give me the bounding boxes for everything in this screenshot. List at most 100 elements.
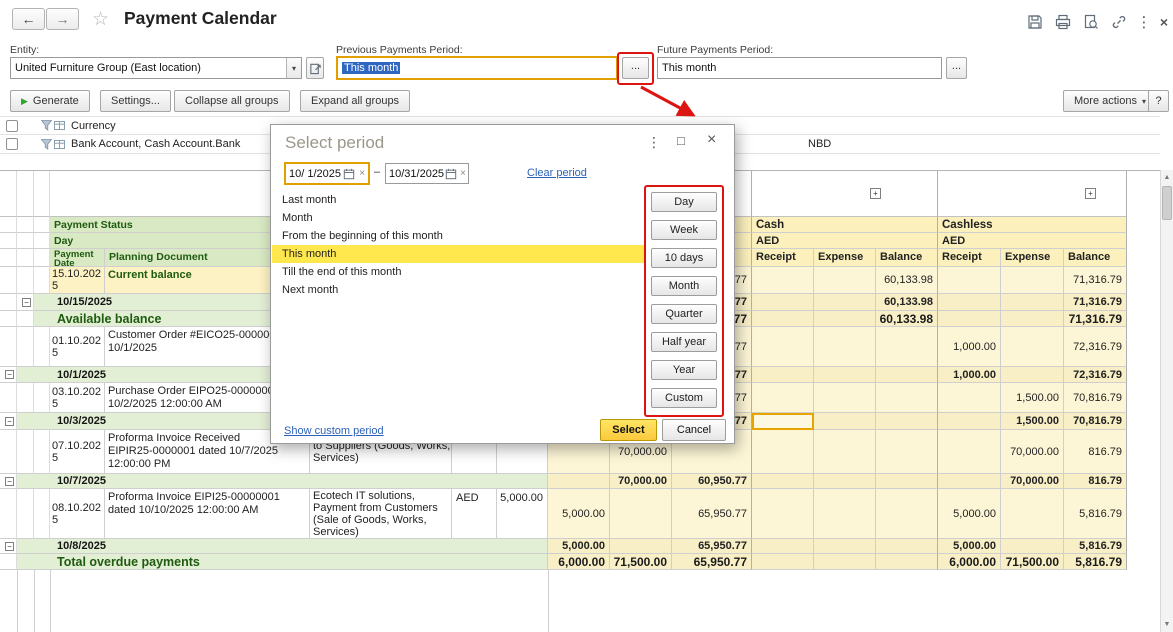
cell-amount-le[interactable] (1001, 311, 1064, 327)
checkbox[interactable] (6, 120, 18, 132)
cell-amount-lb[interactable]: 71,316.79 (1064, 294, 1127, 311)
expand-column-group-button[interactable]: + (870, 188, 881, 199)
cell-amount-ce[interactable] (814, 539, 876, 554)
collapse-group-button[interactable]: − (5, 477, 14, 486)
cell-amount-lr[interactable] (938, 430, 1001, 474)
cell-amount-cb[interactable]: 60,133.98 (876, 294, 938, 311)
cell-amount-lb[interactable]: 72,316.79 (1064, 367, 1127, 383)
window-close-icon[interactable]: × (1154, 13, 1173, 31)
cell-amount-le[interactable] (1001, 367, 1064, 383)
period-type-button[interactable]: Month (651, 276, 717, 296)
cell-amount-cr[interactable] (752, 430, 814, 474)
cell-payment-date[interactable]: 08.10.2025 (50, 489, 105, 539)
clear-period-link[interactable]: Clear period (527, 167, 587, 179)
cell-amount-cr[interactable] (752, 294, 814, 311)
cell-amount-le[interactable] (1001, 294, 1064, 311)
cell-amount[interactable]: 5,000.00 (497, 489, 548, 539)
cell-amount-te[interactable] (610, 539, 672, 554)
cell-amount-cr[interactable] (752, 554, 814, 570)
cell-amount-cr[interactable] (752, 539, 814, 554)
period-type-button[interactable]: Quarter (651, 304, 717, 324)
cell-amount-lr[interactable] (938, 413, 1001, 430)
cell-amount-lr[interactable] (938, 311, 1001, 327)
cell-amount-tr[interactable]: 5,000.00 (548, 539, 610, 554)
cell-payment-date[interactable]: 03.10.2025 (50, 383, 105, 413)
summary-row-label[interactable]: Total overdue payments (17, 554, 548, 570)
cell-amount-le[interactable] (1001, 327, 1064, 367)
period-type-button[interactable]: Custom (651, 388, 717, 408)
cell-amount-ce[interactable] (814, 267, 876, 294)
cell-amount-tb[interactable]: 65,950.77 (672, 489, 752, 539)
expand-all-groups-button[interactable]: Expand all groups (300, 90, 410, 112)
date-from-input[interactable]: 10/ 1/2025 × (284, 162, 370, 185)
show-custom-period-link[interactable]: Show custom period (284, 425, 384, 437)
period-preset-item[interactable]: From the beginning of this month (272, 227, 644, 245)
settings-button[interactable]: Settings... (100, 90, 171, 112)
cell-amount-ce[interactable] (814, 294, 876, 311)
grouping-label[interactable]: Bank Account, Cash Account.Bank (71, 138, 240, 150)
cell-amount-lr[interactable]: 5,000.00 (938, 489, 1001, 539)
collapse-group-button[interactable]: − (5, 542, 14, 551)
cell-amount-tb[interactable]: 65,950.77 (672, 554, 752, 570)
cell-amount-lb[interactable]: 5,816.79 (1064, 489, 1127, 539)
cell-amount-cb[interactable] (876, 430, 938, 474)
cell-counterparty[interactable]: Ecotech IT solutions,Payment from Custom… (310, 489, 452, 539)
favorite-star-icon[interactable]: ☆ (92, 8, 109, 31)
cell-amount-lb[interactable]: 5,816.79 (1064, 554, 1127, 570)
more-menu-icon[interactable]: ⋮ (1134, 13, 1154, 31)
entity-open-button[interactable] (306, 57, 324, 79)
calendar-icon[interactable] (341, 168, 356, 180)
scroll-down-button[interactable]: ▼ (1161, 617, 1173, 632)
cell-amount-lr[interactable]: 5,000.00 (938, 539, 1001, 554)
collapse-group-button[interactable]: − (5, 370, 14, 379)
cell-amount-lr[interactable]: 1,000.00 (938, 327, 1001, 367)
cell-amount-te[interactable]: 70,000.00 (610, 474, 672, 489)
period-type-button[interactable]: Day (651, 192, 717, 212)
cell-amount-cb[interactable] (876, 413, 938, 430)
scrollbar-thumb[interactable] (1162, 186, 1172, 220)
prev-period-field[interactable]: This month (336, 56, 618, 80)
cell-amount-lb[interactable]: 72,316.79 (1064, 327, 1127, 367)
cell-amount-cb[interactable] (876, 554, 938, 570)
entity-dropdown-icon[interactable]: ▾ (286, 58, 301, 78)
period-preset-item[interactable]: Month (272, 209, 644, 227)
cell-amount-lb[interactable]: 5,816.79 (1064, 539, 1127, 554)
cell-amount-ce[interactable] (814, 383, 876, 413)
print-icon[interactable] (1053, 13, 1073, 31)
cell-amount-cr[interactable] (752, 474, 814, 489)
cancel-button[interactable]: Cancel (662, 419, 726, 441)
link-icon[interactable] (1109, 13, 1129, 31)
more-actions-button[interactable]: More actions ▾ (1063, 90, 1157, 112)
clear-date-icon[interactable]: × (356, 168, 368, 179)
vertical-scrollbar[interactable]: ▲ ▼ (1160, 170, 1173, 632)
cell-amount-lr[interactable] (938, 294, 1001, 311)
cell-amount-le[interactable]: 70,000.00 (1001, 430, 1064, 474)
cell-amount-lb[interactable]: 71,316.79 (1064, 311, 1127, 327)
cell-amount-te[interactable]: 71,500.00 (610, 554, 672, 570)
cell-amount-lr[interactable]: 1,000.00 (938, 367, 1001, 383)
cell-payment-date[interactable]: 15.10.2025 (50, 267, 105, 294)
cell-amount-tb[interactable]: 60,950.77 (672, 474, 752, 489)
date-to-value[interactable]: 10/31/2025 (386, 168, 444, 180)
dialog-close-icon[interactable]: × (707, 131, 716, 149)
cell-amount-cr[interactable] (752, 267, 814, 294)
cell-amount-lb[interactable]: 70,816.79 (1064, 413, 1127, 430)
cell-amount-tr[interactable]: 5,000.00 (548, 489, 610, 539)
cell-amount-ce[interactable] (814, 327, 876, 367)
cell-amount-ce[interactable] (814, 554, 876, 570)
cell-amount-cr[interactable] (752, 367, 814, 383)
scroll-up-button[interactable]: ▲ (1161, 170, 1173, 185)
future-period-field[interactable]: This month (657, 57, 942, 79)
cell-amount-lr[interactable] (938, 267, 1001, 294)
period-type-button[interactable]: Half year (651, 332, 717, 352)
period-preset-item[interactable]: Next month (272, 281, 644, 299)
select-button[interactable]: Select (600, 419, 657, 441)
cell-amount-lb[interactable]: 816.79 (1064, 430, 1127, 474)
generate-button[interactable]: ▶ Generate (10, 90, 90, 112)
cell-amount-lr[interactable] (938, 474, 1001, 489)
future-period-more-button[interactable]: ... (946, 57, 967, 79)
date-to-input[interactable]: 10/31/2025 × (385, 163, 469, 184)
cell-amount-cr[interactable] (752, 311, 814, 327)
cell-amount-cb[interactable] (876, 539, 938, 554)
cell-amount-tr[interactable]: 6,000.00 (548, 554, 610, 570)
